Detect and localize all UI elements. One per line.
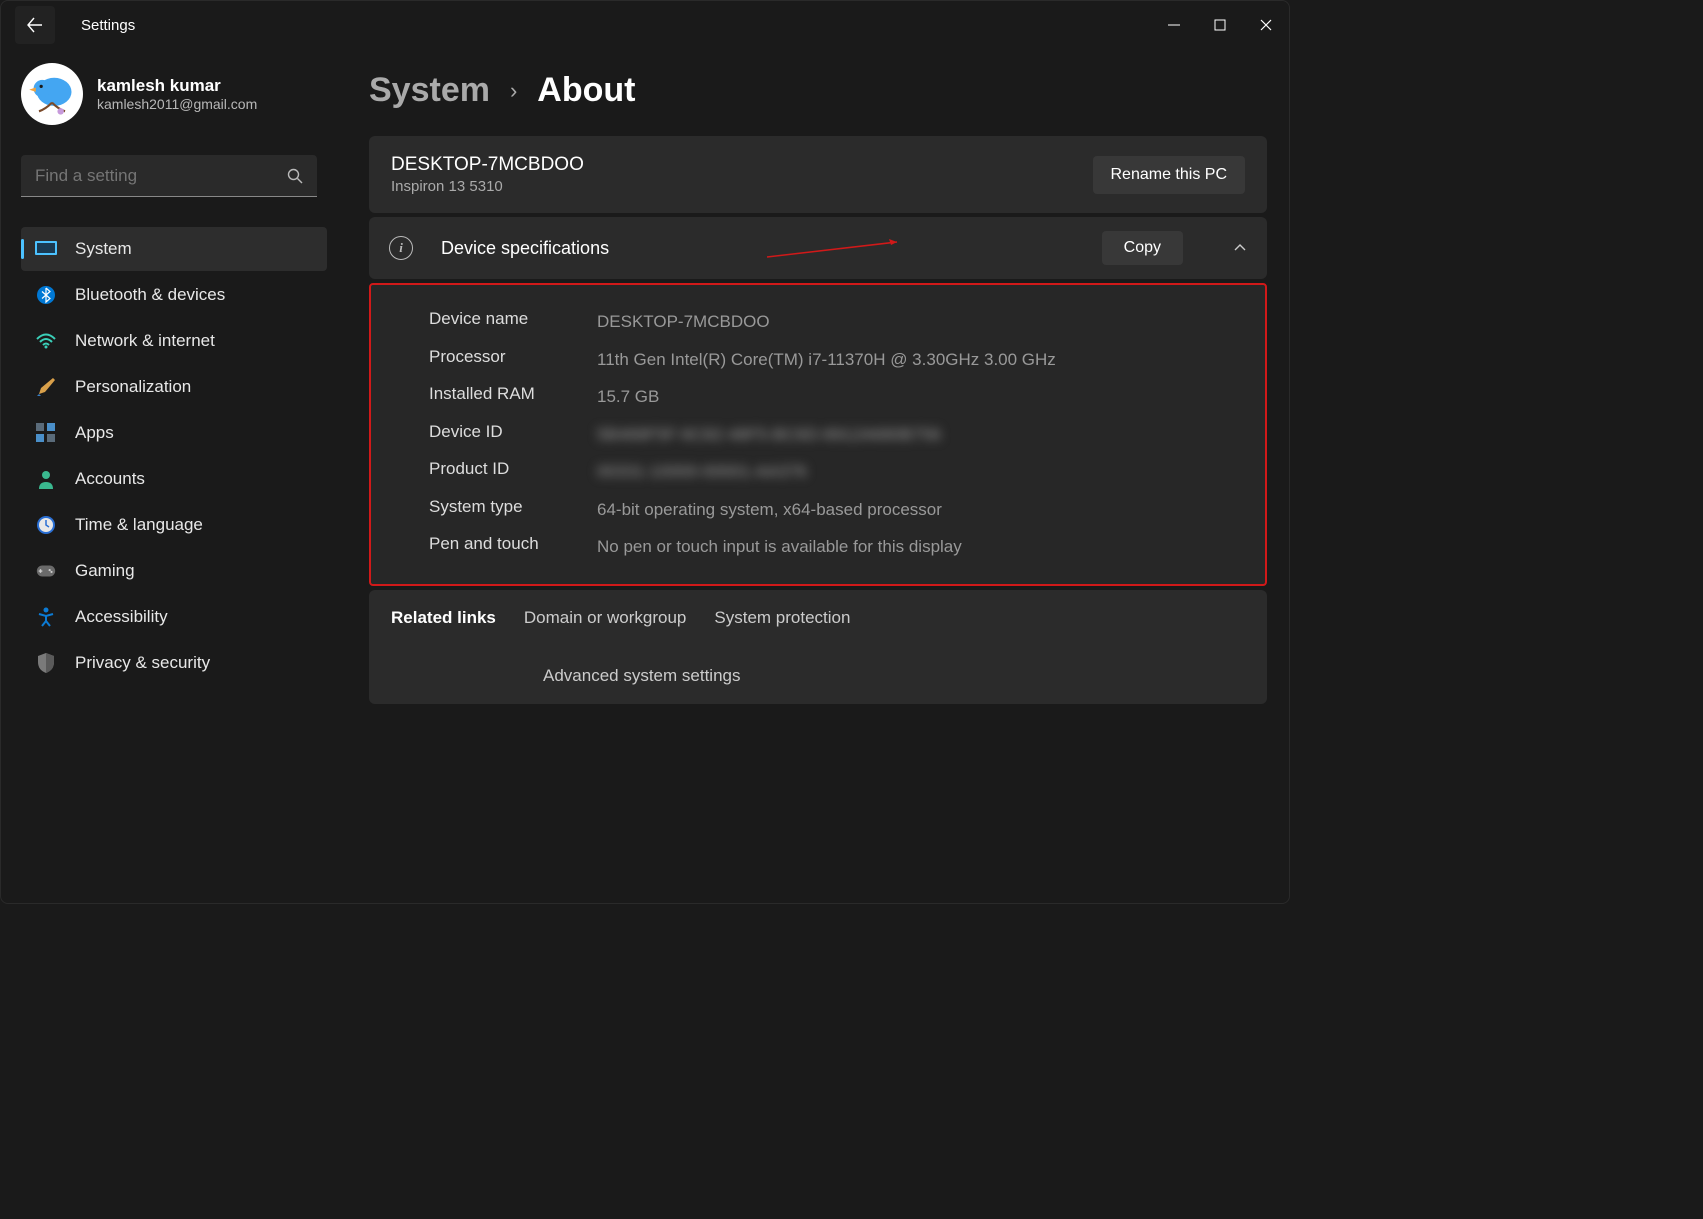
info-icon: i	[389, 236, 413, 260]
sidebar-item-accessibility[interactable]: Accessibility	[21, 595, 327, 639]
search-input[interactable]	[35, 166, 287, 186]
pc-model: Inspiron 13 5310	[391, 178, 584, 195]
nav-label: Network & internet	[75, 331, 215, 351]
sidebar-item-gaming[interactable]: Gaming	[21, 549, 327, 593]
sidebar-item-bluetooth[interactable]: Bluetooth & devices	[21, 273, 327, 317]
related-links-card: Related links Domain or workgroup System…	[369, 590, 1267, 704]
nav-label: Personalization	[75, 377, 191, 397]
nav-list: System Bluetooth & devices Network & inter…	[21, 227, 327, 685]
nav-label: Privacy & security	[75, 653, 210, 673]
profile-email: kamlesh2011@gmail.com	[97, 96, 257, 112]
spec-row: Product ID00331-10000-00001-AA376	[371, 453, 1265, 491]
bird-icon	[26, 68, 78, 120]
nav-label: Accessibility	[75, 607, 168, 627]
sidebar-item-wifi[interactable]: Network & internet	[21, 319, 327, 363]
system-icon	[35, 238, 57, 260]
avatar	[21, 63, 83, 125]
spec-row: Device nameDESKTOP-7MCBDOO	[371, 303, 1265, 341]
spec-value: 00331-10000-00001-AA376	[597, 459, 1207, 485]
spec-value: 11th Gen Intel(R) Core(TM) i7-11370H @ 3…	[597, 347, 1207, 373]
spec-row: Installed RAM15.7 GB	[371, 378, 1265, 416]
search-box[interactable]	[21, 155, 317, 197]
related-link-advanced[interactable]: Advanced system settings	[543, 666, 740, 685]
shield-icon	[35, 652, 57, 674]
spec-value: DESKTOP-7MCBDOO	[597, 309, 1207, 335]
clock-icon	[35, 514, 57, 536]
sidebar-item-brush[interactable]: Personalization	[21, 365, 327, 409]
nav-label: Time & language	[75, 515, 203, 535]
spec-row: System type64-bit operating system, x64-…	[371, 491, 1265, 529]
rename-pc-button[interactable]: Rename this PC	[1093, 156, 1246, 194]
spec-label: Device ID	[429, 422, 597, 448]
breadcrumb: System › About	[369, 71, 1267, 110]
breadcrumb-parent[interactable]: System	[369, 71, 490, 110]
spec-label: Device name	[429, 309, 597, 335]
nav-label: System	[75, 239, 132, 259]
sidebar-item-clock[interactable]: Time & language	[21, 503, 327, 547]
device-specs-card: i Device specifications Copy	[369, 217, 1267, 279]
spec-label: Processor	[429, 347, 597, 373]
accessibility-icon	[35, 606, 57, 628]
account-icon	[35, 468, 57, 490]
related-title: Related links	[391, 608, 496, 628]
breadcrumb-current: About	[537, 71, 635, 110]
chevron-right-icon: ›	[510, 78, 517, 104]
spec-value: 64-bit operating system, x64-based proce…	[597, 497, 1207, 523]
related-link-protection[interactable]: System protection	[714, 608, 850, 628]
spec-value: 15.7 GB	[597, 384, 1207, 410]
sidebar-item-account[interactable]: Accounts	[21, 457, 327, 501]
arrow-left-icon	[27, 17, 43, 33]
spec-value: No pen or touch input is available for t…	[597, 534, 1207, 560]
minimize-button[interactable]	[1151, 9, 1197, 41]
spec-label: Installed RAM	[429, 384, 597, 410]
close-button[interactable]	[1243, 9, 1289, 41]
nav-label: Apps	[75, 423, 114, 443]
related-link-domain[interactable]: Domain or workgroup	[524, 608, 687, 628]
pc-name: DESKTOP-7MCBDOO	[391, 154, 584, 176]
search-icon	[287, 168, 303, 184]
chevron-up-icon	[1233, 241, 1247, 255]
spec-value: 5B468F5F-6C82-48F5-BC6D-8912A680B756	[597, 422, 1207, 448]
bluetooth-icon	[35, 284, 57, 306]
specs-table: Device nameDESKTOP-7MCBDOOProcessor11th …	[369, 283, 1267, 586]
spec-label: Pen and touch	[429, 534, 597, 560]
wifi-icon	[35, 330, 57, 352]
spec-label: Product ID	[429, 459, 597, 485]
brush-icon	[35, 376, 57, 398]
nav-label: Accounts	[75, 469, 145, 489]
maximize-button[interactable]	[1197, 9, 1243, 41]
sidebar-item-system[interactable]: System	[21, 227, 327, 271]
apps-icon	[35, 422, 57, 444]
close-icon	[1260, 19, 1272, 31]
sidebar-item-shield[interactable]: Privacy & security	[21, 641, 327, 685]
pc-info-card: DESKTOP-7MCBDOO Inspiron 13 5310 Rename …	[369, 136, 1267, 213]
sidebar-item-apps[interactable]: Apps	[21, 411, 327, 455]
spec-label: System type	[429, 497, 597, 523]
specs-header[interactable]: i Device specifications Copy	[369, 217, 1267, 279]
specs-title: Device specifications	[441, 238, 609, 259]
title-bar: Settings	[1, 1, 1289, 49]
maximize-icon	[1214, 19, 1226, 31]
annotation-arrow	[767, 239, 907, 259]
spec-row: Processor11th Gen Intel(R) Core(TM) i7-1…	[371, 341, 1265, 379]
spec-row: Pen and touchNo pen or touch input is av…	[371, 528, 1265, 566]
app-title: Settings	[81, 17, 135, 34]
main-content: System › About DESKTOP-7MCBDOO Inspiron …	[333, 49, 1289, 903]
sidebar: kamlesh kumar kamlesh2011@gmail.com Syst…	[1, 49, 333, 903]
back-button[interactable]	[15, 6, 55, 44]
gaming-icon	[35, 560, 57, 582]
spec-row: Device ID5B468F5F-6C82-48F5-BC6D-8912A68…	[371, 416, 1265, 454]
profile-block[interactable]: kamlesh kumar kamlesh2011@gmail.com	[21, 63, 327, 125]
minimize-icon	[1168, 19, 1180, 31]
nav-label: Gaming	[75, 561, 135, 581]
copy-button[interactable]: Copy	[1102, 231, 1183, 265]
window-controls	[1151, 9, 1289, 41]
profile-name: kamlesh kumar	[97, 76, 257, 96]
nav-label: Bluetooth & devices	[75, 285, 225, 305]
